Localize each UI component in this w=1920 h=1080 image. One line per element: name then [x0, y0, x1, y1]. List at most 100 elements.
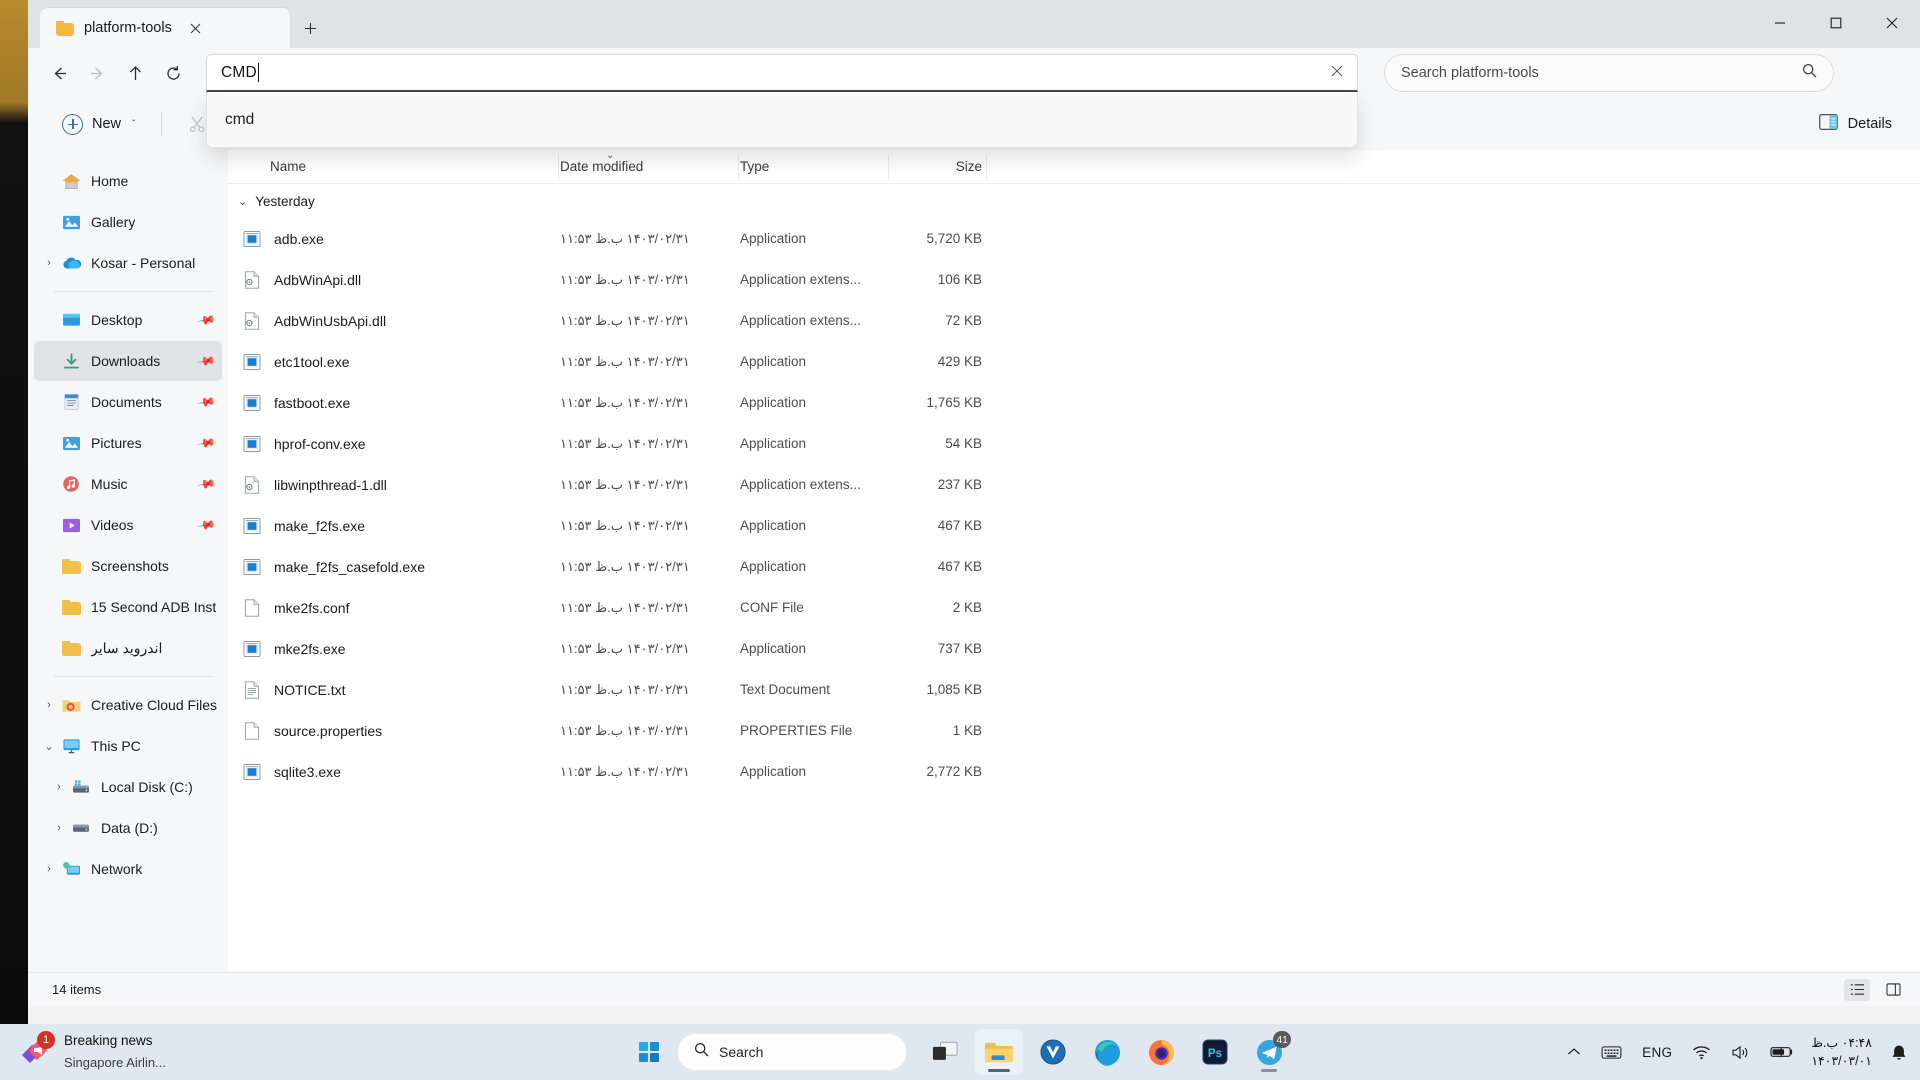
- chevron-up-icon[interactable]: [1564, 1032, 1584, 1072]
- chevron-right-icon[interactable]: ›: [48, 822, 70, 834]
- plus-icon[interactable]: [296, 14, 324, 42]
- column-header-date-modified[interactable]: ⌄ Date modified: [560, 150, 740, 174]
- chevron-down-icon[interactable]: ⌄: [38, 740, 60, 753]
- table-row[interactable]: AdbWinUsbApi.dll ۱۴۰۳/۰۲/۳۱ ب.ظ ۱۱:۵۳ Appl…: [228, 300, 1920, 341]
- pin-icon[interactable]: 📌: [196, 392, 216, 412]
- close-icon[interactable]: [182, 14, 210, 42]
- sidebar-item-this-pc[interactable]: ⌄ This PC: [34, 726, 222, 766]
- pin-icon[interactable]: 📌: [196, 515, 216, 535]
- file-name-cell[interactable]: AdbWinUsbApi.dll: [228, 311, 560, 331]
- column-header-name[interactable]: Name: [228, 159, 560, 174]
- column-divider[interactable]: [986, 155, 987, 179]
- file-name-cell[interactable]: NOTICE.txt: [228, 680, 560, 700]
- table-row[interactable]: libwinpthread-1.dll ۱۴۰۳/۰۲/۳۱ ب.ظ ۱۱:۵۳ A…: [228, 464, 1920, 505]
- chevron-right-icon[interactable]: ›: [38, 257, 60, 269]
- taskbar-app-photoshop[interactable]: Ps: [1191, 1029, 1239, 1075]
- pin-icon[interactable]: 📌: [196, 351, 216, 371]
- taskbar-app-v-app[interactable]: [1029, 1029, 1077, 1075]
- tab-platform-tools[interactable]: platform-tools: [40, 8, 290, 48]
- file-name-cell[interactable]: AdbWinApi.dll: [228, 270, 560, 290]
- clock[interactable]: ۰۴:۴۸ ب.ظ ۱۴۰۳/۰۳/۰۱: [1811, 1034, 1874, 1070]
- column-divider[interactable]: [558, 155, 559, 179]
- windows-start-icon[interactable]: [627, 1031, 671, 1073]
- sidebar-item-gallery[interactable]: Gallery: [34, 202, 222, 242]
- file-name-cell[interactable]: mke2fs.conf: [228, 598, 560, 618]
- taskbar-app-microsoft-edge[interactable]: [1083, 1029, 1131, 1075]
- column-divider[interactable]: [888, 155, 889, 179]
- address-input[interactable]: CMD: [206, 54, 1358, 92]
- table-row[interactable]: hprof-conv.exe ۱۴۰۳/۰۲/۳۱ ب.ظ ۱۱:۵۳ Applic…: [228, 423, 1920, 464]
- table-row[interactable]: adb.exe ۱۴۰۳/۰۲/۳۱ ب.ظ ۱۱:۵۳ Application 5,…: [228, 218, 1920, 259]
- taskbar-app-file-explorer[interactable]: [975, 1029, 1023, 1075]
- file-name-cell[interactable]: source.properties: [228, 721, 560, 741]
- bell-icon[interactable]: [1888, 1032, 1910, 1072]
- taskbar-app-telegram[interactable]: 41: [1245, 1029, 1293, 1075]
- sidebar-item-screenshots[interactable]: Screenshots: [34, 546, 222, 586]
- table-row[interactable]: mke2fs.exe ۱۴۰۳/۰۲/۳۱ ب.ظ ۱۱:۵۳ Applicatio…: [228, 628, 1920, 669]
- column-header-type[interactable]: Type: [740, 159, 890, 174]
- language-indicator[interactable]: ENG: [1639, 1032, 1675, 1072]
- chevron-down-icon[interactable]: ⌄: [238, 195, 247, 208]
- wifi-icon[interactable]: [1689, 1032, 1714, 1072]
- speaker-icon[interactable]: [1728, 1032, 1753, 1072]
- maximize-icon[interactable]: [1808, 0, 1864, 46]
- file-name-cell[interactable]: make_f2fs.exe: [228, 516, 560, 536]
- pin-icon[interactable]: 📌: [196, 433, 216, 453]
- refresh-icon[interactable]: [154, 56, 192, 90]
- file-name-cell[interactable]: make_f2fs_casefold.exe: [228, 557, 560, 577]
- table-row[interactable]: AdbWinApi.dll ۱۴۰۳/۰۲/۳۱ ب.ظ ۱۱:۵۳ Applica…: [228, 259, 1920, 300]
- sidebar-item-kosar-personal[interactable]: › Kosar - Personal: [34, 243, 222, 283]
- pin-icon[interactable]: 📌: [196, 474, 216, 494]
- table-row[interactable]: make_f2fs_casefold.exe ۱۴۰۳/۰۲/۳۱ ب.ظ ۱۱:…: [228, 546, 1920, 587]
- table-row[interactable]: source.properties ۱۴۰۳/۰۲/۳۱ ب.ظ ۱۱:۵۳ PRO…: [228, 710, 1920, 751]
- file-name-cell[interactable]: libwinpthread-1.dll: [228, 475, 560, 495]
- sidebar-item-desktop[interactable]: Desktop 📌: [34, 300, 222, 340]
- news-widget[interactable]: 1 Breaking news Singapore Airlin...: [0, 1030, 440, 1073]
- details-button[interactable]: Details: [1807, 108, 1904, 141]
- suggestion-item-cmd[interactable]: cmd: [225, 111, 254, 129]
- sidebar-item-home[interactable]: Home: [34, 161, 222, 201]
- table-row[interactable]: fastboot.exe ۱۴۰۳/۰۲/۳۱ ب.ظ ۱۱:۵۳ Applicat…: [228, 382, 1920, 423]
- file-name-cell[interactable]: mke2fs.exe: [228, 639, 560, 659]
- clear-icon[interactable]: [1331, 64, 1343, 81]
- taskbar-app-task-view[interactable]: [921, 1029, 969, 1075]
- file-name-cell[interactable]: fastboot.exe: [228, 393, 560, 413]
- search-box[interactable]: Search platform-tools: [1384, 54, 1834, 92]
- navigation-pane[interactable]: Home Gallery › Kosar - Personal Desktop …: [28, 150, 228, 972]
- keyboard-icon[interactable]: [1598, 1032, 1625, 1072]
- new-button[interactable]: New ˇ: [50, 108, 147, 141]
- sidebar-item-music[interactable]: Music 📌: [34, 464, 222, 504]
- search-icon[interactable]: [1802, 63, 1817, 83]
- sidebar-item-downloads[interactable]: Downloads 📌: [34, 341, 222, 381]
- table-row[interactable]: mke2fs.conf ۱۴۰۳/۰۲/۳۱ ب.ظ ۱۱:۵۳ CONF File…: [228, 587, 1920, 628]
- sidebar-item-pictures[interactable]: Pictures 📌: [34, 423, 222, 463]
- file-name-cell[interactable]: adb.exe: [228, 229, 560, 249]
- file-name-cell[interactable]: etc1tool.exe: [228, 352, 560, 372]
- taskbar-app-firefox[interactable]: [1137, 1029, 1185, 1075]
- table-row[interactable]: sqlite3.exe ۱۴۰۳/۰۲/۳۱ ب.ظ ۱۱:۵۳ Applicati…: [228, 751, 1920, 792]
- sidebar-item-network[interactable]: › Network: [34, 849, 222, 889]
- detail-view-icon[interactable]: [1844, 978, 1870, 1001]
- list-view-icon[interactable]: [1880, 979, 1906, 1001]
- minimize-icon[interactable]: [1752, 0, 1808, 46]
- taskbar-search[interactable]: Search: [677, 1033, 907, 1071]
- sidebar-item-15-second-adb-installer[interactable]: 15 Second ADB Inst: [34, 587, 222, 627]
- table-row[interactable]: make_f2fs.exe ۱۴۰۳/۰۲/۳۱ ب.ظ ۱۱:۵۳ Applica…: [228, 505, 1920, 546]
- sidebar-item-local-disk-c[interactable]: › Local Disk (C:): [34, 767, 222, 807]
- arrow-left-icon[interactable]: [40, 56, 78, 90]
- pin-icon[interactable]: 📌: [196, 310, 216, 330]
- table-row[interactable]: NOTICE.txt ۱۴۰۳/۰۲/۳۱ ب.ظ ۱۱:۵۳ Text Docum…: [228, 669, 1920, 710]
- file-list-pane[interactable]: Name ⌄ Date modified Type Size ⌄ Yesterd…: [228, 150, 1920, 972]
- chevron-right-icon[interactable]: ›: [38, 863, 60, 875]
- chevron-right-icon[interactable]: ›: [48, 781, 70, 793]
- file-name-cell[interactable]: sqlite3.exe: [228, 762, 560, 782]
- table-row[interactable]: etc1tool.exe ۱۴۰۳/۰۲/۳۱ ب.ظ ۱۱:۵۳ Applicat…: [228, 341, 1920, 382]
- sidebar-item-data-d[interactable]: › Data (D:): [34, 808, 222, 848]
- sidebar-item-creative-cloud-files[interactable]: › Creative Cloud Files: [34, 685, 222, 725]
- file-name-cell[interactable]: hprof-conv.exe: [228, 434, 560, 454]
- sidebar-item-android-other[interactable]: اندروید سایر: [34, 628, 222, 668]
- sidebar-item-videos[interactable]: Videos 📌: [34, 505, 222, 545]
- arrow-up-icon[interactable]: [116, 56, 154, 90]
- column-divider[interactable]: [738, 155, 739, 179]
- close-icon[interactable]: [1864, 0, 1920, 46]
